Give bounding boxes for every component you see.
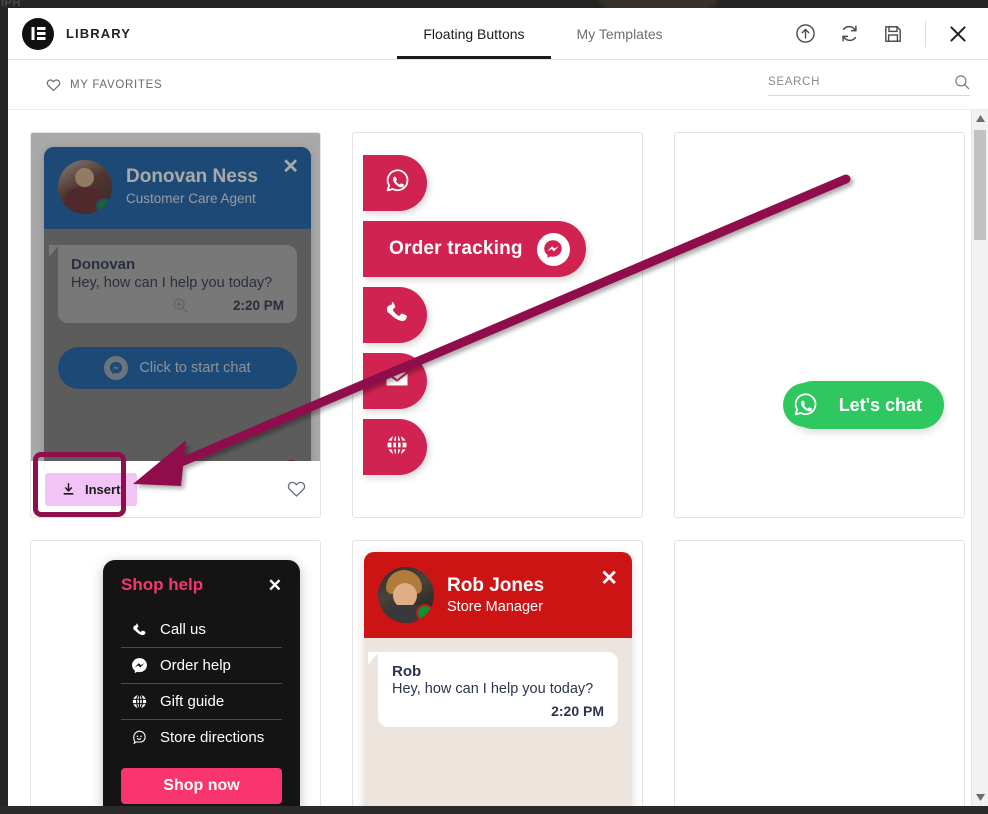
shop-now-label: Shop now	[163, 777, 240, 794]
card-footer: Insert	[31, 461, 320, 517]
library-body: Donovan Ness Customer Care Agent ✕ Donov…	[8, 110, 988, 806]
card-preview: Order tracking	[353, 133, 642, 517]
elementor-logo-icon	[22, 17, 54, 50]
close-icon[interactable]	[946, 22, 970, 46]
floating-button-whatsapp	[363, 155, 427, 211]
shop-menu-item-call-us: Call us	[121, 612, 282, 648]
download-icon	[62, 482, 75, 496]
email-icon	[383, 365, 411, 398]
templates-grid: Donovan Ness Customer Care Agent ✕ Donov…	[8, 110, 971, 806]
floating-buttons-stack: Order tracking	[363, 155, 586, 485]
shop-help-panel: Shop help ✕ Call us Order help Gift guid…	[103, 560, 300, 806]
search-input[interactable]	[768, 75, 954, 88]
template-card-floating-buttons[interactable]: Order tracking	[352, 132, 643, 518]
whatsapp-icon	[782, 383, 827, 427]
upload-icon[interactable]	[793, 22, 817, 46]
floating-button-label: Order tracking	[389, 238, 523, 259]
shop-menu-label: Call us	[160, 621, 206, 638]
globe-icon	[131, 693, 148, 710]
shop-help-header: Shop help ✕	[121, 575, 282, 595]
floating-button-email	[363, 353, 427, 409]
card-preview: Shop help ✕ Call us Order help Gift guid…	[31, 541, 320, 806]
tab-my-templates-label: My Templates	[576, 25, 663, 42]
header-divider	[925, 20, 926, 47]
widget-header: Rob Jones Store Manager ✕	[364, 552, 632, 638]
close-icon: ✕	[600, 567, 618, 590]
shop-help-title: Shop help	[121, 575, 204, 594]
template-card-store-manager[interactable]: Rob Jones Store Manager ✕ Rob Hey, how c…	[352, 540, 643, 806]
template-card-shop-help[interactable]: Shop help ✕ Call us Order help Gift guid…	[30, 540, 321, 806]
sync-icon[interactable]	[837, 22, 861, 46]
shop-menu-item-store-directions: Store directions	[121, 720, 282, 755]
save-icon[interactable]	[881, 22, 905, 46]
insert-button-label: Insert	[85, 481, 121, 497]
bubble-sender: Rob	[392, 663, 422, 680]
search-box	[768, 74, 970, 96]
messenger-icon	[536, 232, 570, 266]
my-favorites-filter[interactable]: MY FAVORITES	[46, 78, 162, 92]
library-brand: LIBRARY	[8, 8, 328, 59]
shop-menu-label: Store directions	[160, 729, 265, 746]
card-preview: Rob Jones Store Manager ✕ Rob Hey, how c…	[353, 541, 642, 806]
vertical-scrollbar[interactable]	[971, 110, 988, 806]
my-favorites-label: MY FAVORITES	[70, 78, 163, 91]
shop-menu-item-order-help: Order help	[121, 648, 282, 684]
messenger-icon	[131, 657, 148, 674]
header-tabs: Floating Buttons My Templates	[328, 8, 758, 59]
header-actions	[758, 8, 988, 59]
bottom-dark-strip	[0, 806, 988, 814]
magnifier-icon[interactable]	[954, 74, 970, 90]
card-preview	[675, 541, 964, 806]
chat-bubble: Rob Hey, how can I help you today? 2:20 …	[368, 652, 618, 728]
online-status-dot	[416, 604, 434, 622]
agent-avatar	[378, 567, 434, 623]
store-manager-widget-preview: Rob Jones Store Manager ✕ Rob Hey, how c…	[364, 552, 632, 806]
lets-chat-button: Let's chat	[782, 381, 944, 429]
bubble-time: 2:20 PM	[551, 703, 604, 720]
agent-role: Store Manager	[447, 598, 543, 615]
template-library-modal: LIBRARY Floating Buttons My Templates MY…	[8, 8, 988, 806]
shop-menu-label: Order help	[160, 657, 231, 674]
template-card-messenger-chat[interactable]: Donovan Ness Customer Care Agent ✕ Donov…	[30, 132, 321, 518]
modal-header: LIBRARY Floating Buttons My Templates	[8, 8, 988, 60]
library-title: LIBRARY	[66, 26, 131, 41]
scroll-down-arrow-icon[interactable]	[972, 789, 988, 806]
whatsapp-icon	[382, 166, 412, 201]
library-toolbar: MY FAVORITES	[8, 60, 988, 110]
card-preview: Donovan Ness Customer Care Agent ✕ Donov…	[31, 133, 320, 517]
heart-icon	[46, 78, 61, 92]
scrollbar-thumb[interactable]	[974, 130, 986, 240]
waze-icon	[131, 729, 148, 746]
floating-button-phone	[363, 287, 427, 343]
tab-floating-buttons-label: Floating Buttons	[423, 25, 525, 42]
shop-menu-label: Gift guide	[160, 693, 225, 710]
scroll-up-arrow-icon[interactable]	[972, 110, 988, 127]
shop-help-menu: Call us Order help Gift guide Store dire…	[121, 612, 282, 755]
favorite-toggle-icon[interactable]	[287, 480, 306, 498]
floating-button-order-tracking: Order tracking	[363, 221, 586, 277]
lets-chat-label: Let's chat	[838, 394, 922, 415]
tab-floating-buttons[interactable]: Floating Buttons	[397, 8, 551, 59]
tab-my-templates[interactable]: My Templates	[551, 8, 689, 59]
phone-icon	[383, 299, 411, 332]
card-hover-overlay	[31, 133, 320, 517]
shop-now-cta: Shop now	[121, 768, 282, 804]
phone-icon	[131, 621, 148, 638]
chat-area: Rob Hey, how can I help you today? 2:20 …	[364, 638, 632, 728]
floating-button-website	[363, 419, 427, 475]
bubble-message: Hey, how can I help you today?	[392, 681, 594, 697]
template-card-whatsapp-chat[interactable]: Let's chat	[674, 132, 965, 518]
agent-name: Rob Jones	[447, 575, 545, 597]
template-card-empty[interactable]	[674, 540, 965, 806]
shop-menu-item-gift-guide: Gift guide	[121, 684, 282, 720]
insert-button[interactable]: Insert	[45, 472, 138, 506]
card-preview: Let's chat	[675, 133, 964, 517]
globe-icon	[383, 431, 411, 464]
close-icon: ✕	[267, 575, 282, 595]
